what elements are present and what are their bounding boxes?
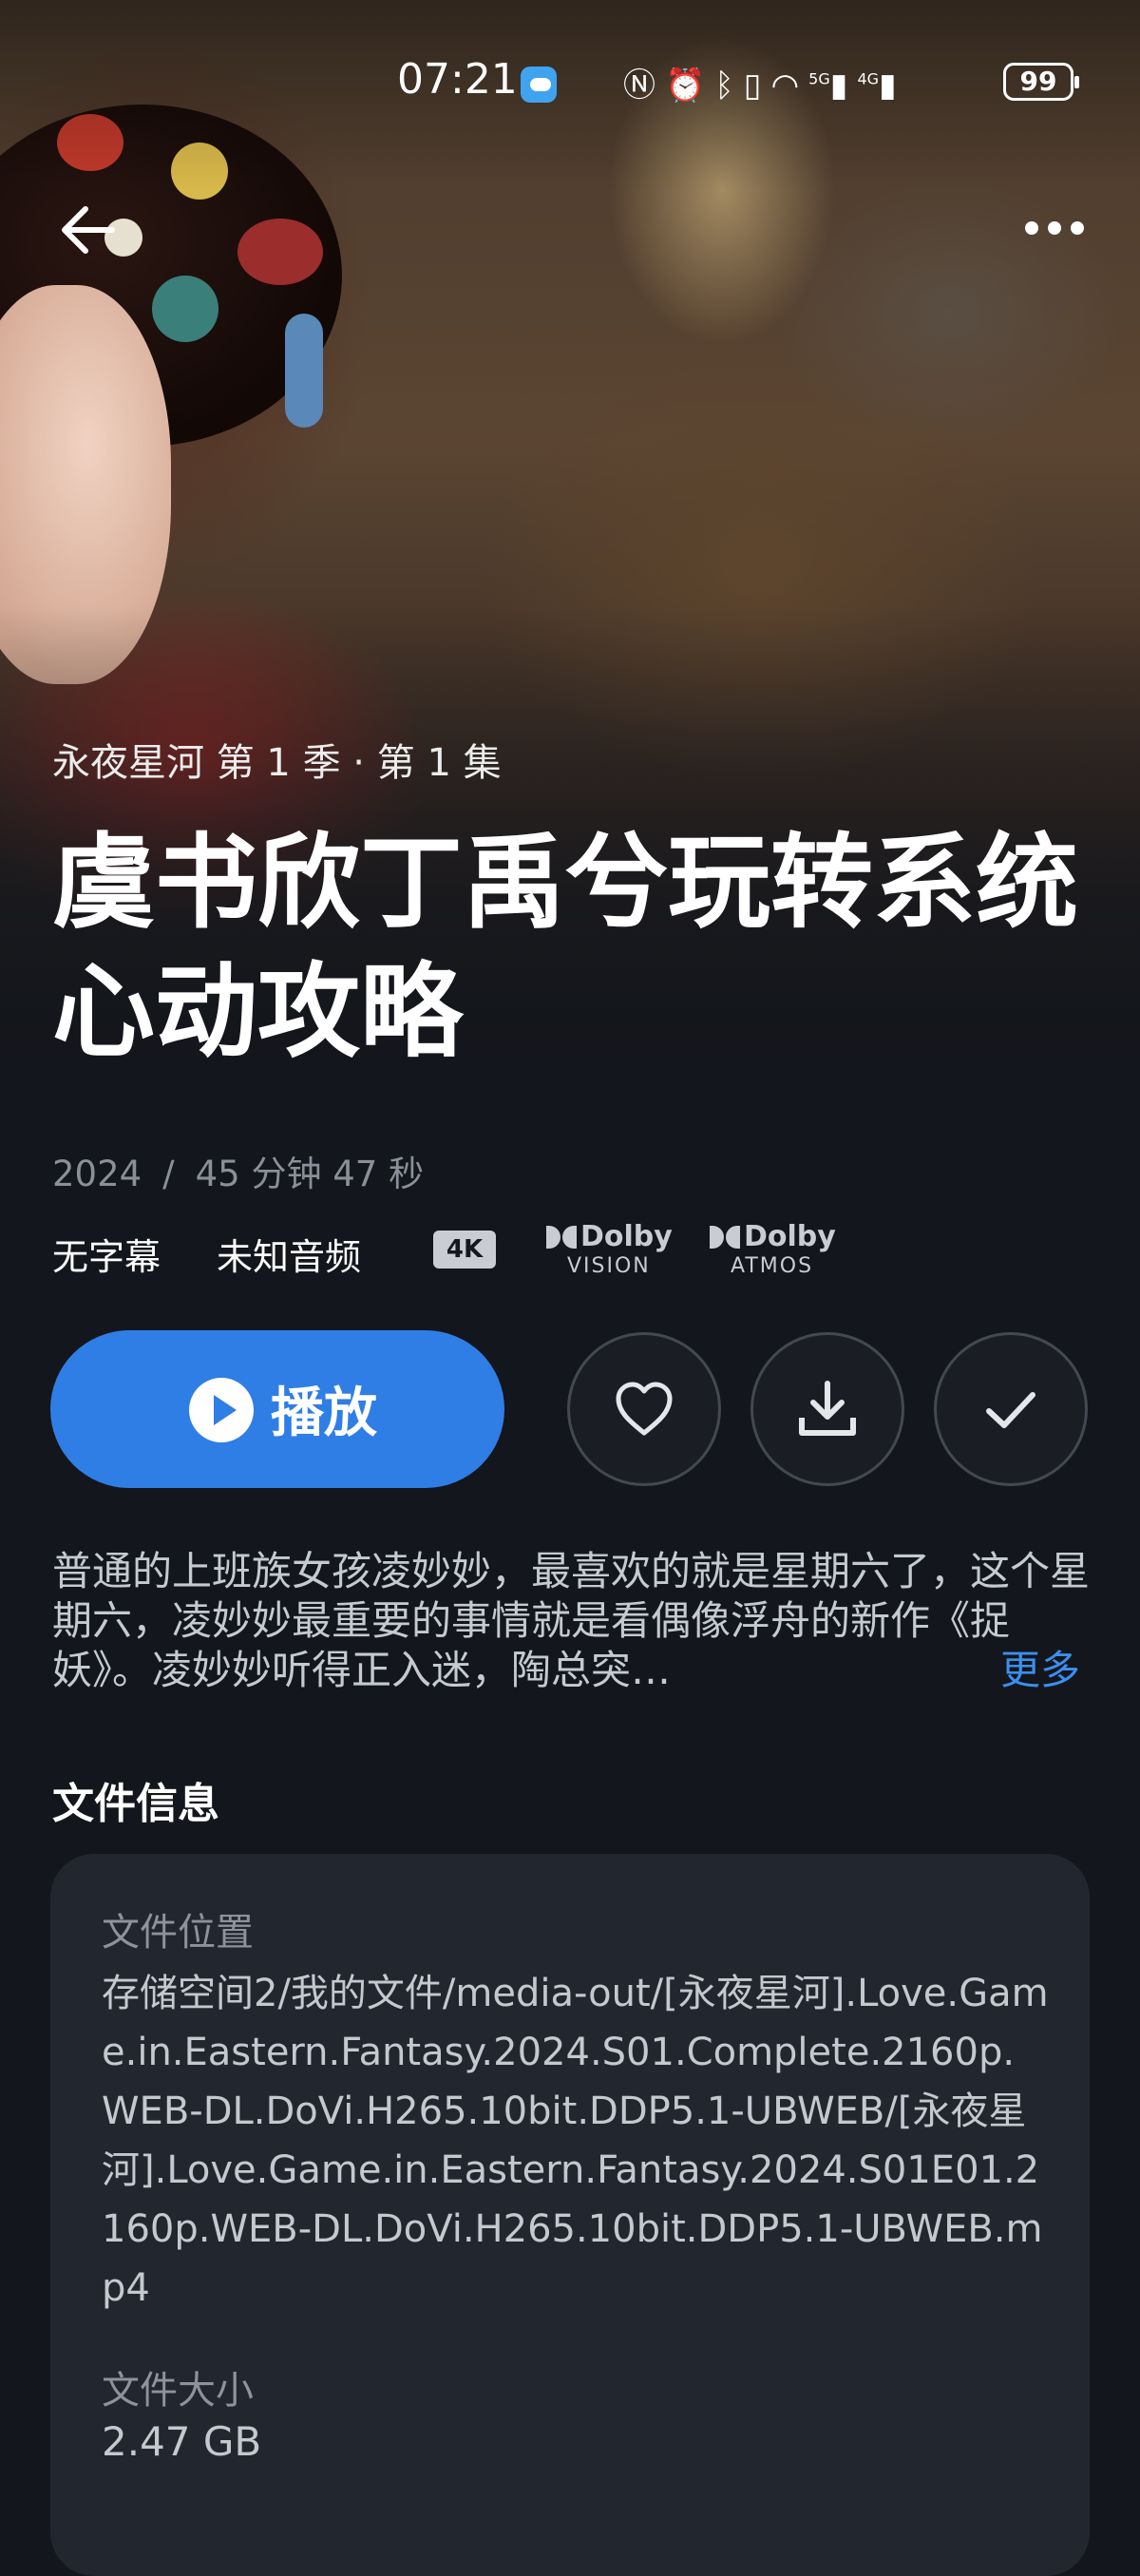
dolby-atmos-word: Dolby	[744, 1220, 836, 1253]
play-button[interactable]: 播放	[50, 1330, 504, 1488]
expand-synopsis-link[interactable]: 更多	[979, 1646, 1081, 1695]
network-4g-label: 4G	[857, 69, 880, 88]
download-button[interactable]	[750, 1332, 904, 1486]
arrow-left-icon	[62, 206, 115, 254]
file-size-label: 文件大小	[102, 2369, 254, 2413]
vibrate-icon: ▯	[743, 67, 771, 105]
more-options-button[interactable]	[1016, 205, 1092, 251]
wifi-icon: ◠	[770, 67, 809, 105]
back-button[interactable]	[53, 196, 122, 264]
file-info-heading: 文件信息	[52, 1780, 219, 1828]
file-location-label: 文件位置	[102, 1911, 254, 1955]
alarm-icon: ⏰	[665, 67, 715, 105]
mark-watched-button[interactable]	[934, 1332, 1088, 1486]
nfc-icon: Ⓝ	[623, 67, 665, 105]
file-size-value: 2.47 GB	[102, 2418, 262, 2465]
network-5g-label: 5G	[808, 69, 830, 88]
heart-icon	[616, 1382, 673, 1436]
synopsis: 普通的上班族女孩凌妙妙，最喜欢的就是星期六了，这个星期六，凌妙妙最重要的事情就是…	[52, 1547, 1097, 1695]
audio-badge: 未知音频	[217, 1236, 362, 1278]
checkmark-icon	[986, 1392, 1036, 1428]
play-icon	[189, 1378, 254, 1442]
status-bar: 07:21 Ⓝ⏰ᛒ▯◠5G▮4G▮ 99	[0, 48, 1140, 120]
dolby-vision-word: Dolby	[580, 1220, 673, 1253]
season-episode-label: 永夜星河 第 1 季 · 第 1 集	[52, 741, 502, 785]
status-icons: Ⓝ⏰ᛒ▯◠5G▮4G▮	[623, 59, 906, 105]
dolby-logo-icon	[546, 1226, 577, 1249]
tech-badges: 无字幕 未知音频 4K Dolby VISION Dolby ATMOS	[52, 1220, 1097, 1281]
release-year: 2024	[52, 1154, 142, 1194]
dolby-atmos-sub: ATMOS	[731, 1254, 814, 1278]
more-horizontal-icon	[1025, 221, 1084, 235]
download-icon	[799, 1381, 856, 1436]
dolby-vision-sub: VISION	[567, 1254, 651, 1278]
subtitle-badge: 无字幕	[52, 1236, 162, 1278]
play-label: 播放	[271, 1383, 377, 1444]
episode-meta: 2024 / 45 分钟 47 秒	[52, 1145, 424, 1196]
signal-icon: ▮	[879, 67, 906, 105]
episode-title: 虞书欣丁禹兮玩转系统心动攻略	[52, 824, 1079, 1072]
dolby-vision-badge: Dolby VISION	[546, 1220, 673, 1279]
synopsis-text: 普通的上班族女孩凌妙妙，最喜欢的就是星期六了，这个星期六，凌妙妙最重要的事情就是…	[52, 1548, 1091, 1693]
file-location-value: 存储空间2/我的文件/media-out/[永夜星河].Love.Game.in…	[102, 1972, 1049, 2310]
dolby-atmos-badge: Dolby ATMOS	[710, 1220, 836, 1279]
dolby-logo-icon	[710, 1226, 740, 1249]
runtime: 45 分钟 47 秒	[195, 1154, 425, 1194]
file-info-card: 文件位置 存储空间2/我的文件/media-out/[永夜星河].Love.Ga…	[50, 1854, 1090, 2576]
favorite-button[interactable]	[567, 1332, 721, 1486]
battery-indicator: 99	[1003, 63, 1079, 101]
bluetooth-icon: ᛒ	[714, 67, 744, 105]
resolution-badge: 4K	[433, 1231, 496, 1269]
signal-icon: ▮	[829, 67, 858, 105]
weather-icon	[521, 67, 557, 103]
status-time: 07:21	[397, 55, 518, 104]
meta-separator: /	[162, 1154, 175, 1194]
